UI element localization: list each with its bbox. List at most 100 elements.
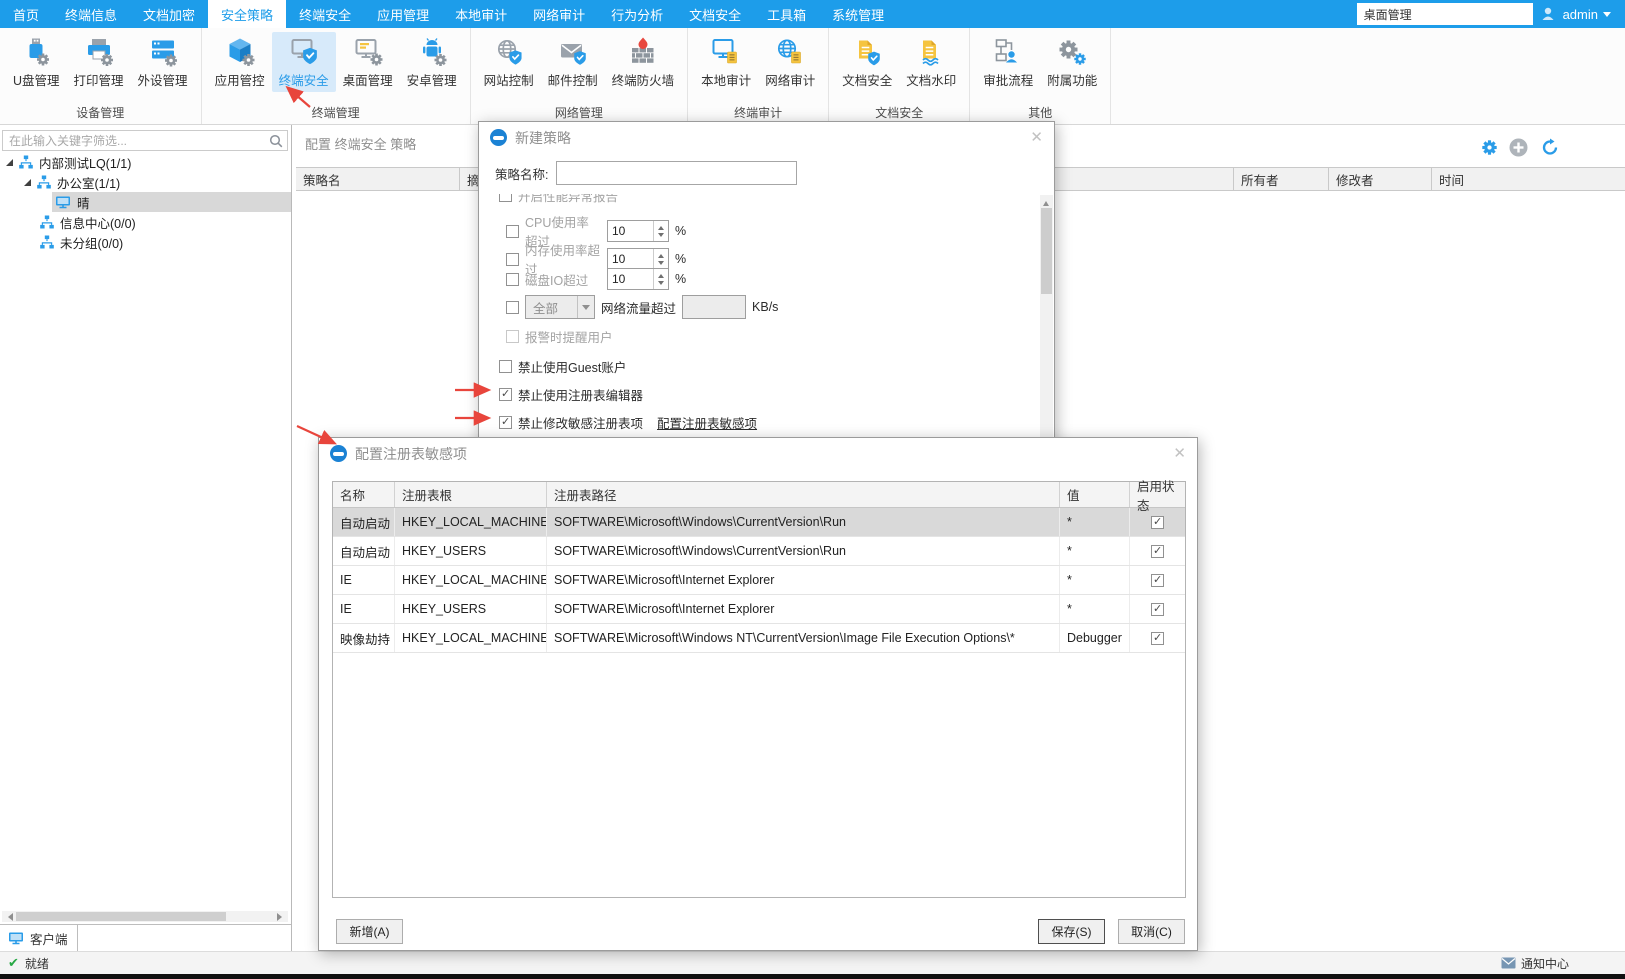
tab-doc-encryption[interactable]: 文档加密 [130, 0, 208, 28]
refresh-button[interactable] [1541, 138, 1559, 156]
cancel-button[interactable]: 取消(C) [1118, 919, 1185, 944]
add-policy-button[interactable] [1509, 138, 1528, 157]
ribbon-item-android-management[interactable]: 安卓管理 [400, 32, 464, 92]
stepper-input[interactable] [608, 249, 653, 269]
table-row[interactable]: 自动启动 HKEY_USERS SOFTWARE\Microsoft\Windo… [333, 537, 1185, 566]
tree-item-root-group[interactable]: 内部测试LQ(1/1) [0, 152, 291, 172]
table-row[interactable]: 自动启动 HKEY_LOCAL_MACHINE SOFTWARE\Microso… [333, 508, 1185, 537]
checkbox[interactable] [499, 416, 512, 429]
ribbon-item-desktop-management[interactable]: 桌面管理 [336, 32, 400, 92]
scrollbar-thumb[interactable] [1041, 208, 1052, 294]
ribbon-item-peripheral-management[interactable]: 外设管理 [131, 32, 195, 92]
memory-threshold-stepper[interactable] [607, 248, 669, 270]
ribbon-item-website-control[interactable]: 网站控制 [477, 32, 541, 92]
option-disk-io[interactable]: 磁盘IO超过 % [506, 268, 686, 290]
configure-registry-link[interactable]: 配置注册表敏感项 [657, 413, 757, 432]
column-header-root[interactable]: 注册表根 [395, 482, 547, 507]
ribbon-item-mail-control[interactable]: 邮件控制 [541, 32, 605, 92]
stepper-input[interactable] [608, 221, 653, 241]
tab-home[interactable]: 首页 [0, 0, 52, 28]
ribbon-item-doc-security[interactable]: 文档安全 [835, 32, 899, 92]
expander-icon[interactable] [6, 159, 13, 166]
column-header-modifier[interactable]: 修改者 [1329, 168, 1432, 190]
ribbon-item-usb-management[interactable]: U盘管理 [6, 32, 67, 92]
ribbon-item-addon-features[interactable]: 附属功能 [1040, 32, 1104, 92]
ribbon-item-local-audit[interactable]: 本地审计 [694, 32, 758, 92]
stepper-up-icon[interactable] [654, 269, 668, 279]
global-search-input[interactable] [1357, 3, 1533, 25]
stepper-up-icon[interactable] [654, 221, 668, 231]
ribbon-item-network-audit[interactable]: 网络审计 [758, 32, 822, 92]
checkbox[interactable] [506, 273, 519, 286]
ribbon-item-print-management[interactable]: 打印管理 [67, 32, 131, 92]
option-net-traffic[interactable]: 全部 网络流量超过 KB/s [506, 295, 778, 319]
notification-center[interactable]: 通知中心 [1501, 955, 1569, 972]
option-protect-registry[interactable]: 禁止修改敏感注册表项 配置注册表敏感项 [499, 413, 757, 432]
enabled-checkbox[interactable] [1151, 574, 1164, 587]
checkbox[interactable] [506, 253, 519, 266]
ribbon-item-terminal-security[interactable]: 终端安全 [272, 32, 336, 92]
column-header-enabled[interactable]: 启用状态 [1130, 482, 1185, 507]
checkbox[interactable] [499, 194, 512, 202]
column-header-time[interactable]: 时间 [1432, 168, 1625, 190]
add-button[interactable]: 新增(A) [336, 919, 403, 944]
enabled-checkbox[interactable] [1151, 545, 1164, 558]
tab-network-audit[interactable]: 网络审计 [520, 0, 598, 28]
checkbox[interactable] [499, 360, 512, 373]
column-header-name[interactable]: 名称 [333, 482, 395, 507]
client-tab[interactable]: 客户端 [0, 925, 78, 952]
tab-local-audit[interactable]: 本地审计 [442, 0, 520, 28]
ribbon-item-app-control[interactable]: 应用管控 [208, 32, 272, 92]
close-icon[interactable]: ✕ [1030, 130, 1043, 145]
tab-toolbox[interactable]: 工具箱 [754, 0, 819, 28]
scroll-up-icon[interactable] [1043, 198, 1049, 206]
column-header-path[interactable]: 注册表路径 [547, 482, 1060, 507]
disk-threshold-stepper[interactable] [607, 268, 669, 290]
tree-filter-input[interactable] [3, 134, 269, 148]
save-button[interactable]: 保存(S) [1038, 919, 1105, 944]
scrollbar-thumb[interactable] [16, 912, 226, 921]
enabled-checkbox[interactable] [1151, 516, 1164, 529]
admin-menu[interactable]: admin [1563, 7, 1611, 22]
column-header-value[interactable]: 值 [1060, 482, 1130, 507]
close-icon[interactable]: ✕ [1173, 446, 1186, 461]
column-header-policy-name[interactable]: 策略名 [296, 168, 460, 190]
enabled-checkbox[interactable] [1151, 632, 1164, 645]
cpu-threshold-stepper[interactable] [607, 220, 669, 242]
option-alert-user[interactable]: 报警时提醒用户 [506, 327, 613, 346]
net-threshold-input[interactable] [682, 295, 746, 319]
table-row[interactable]: IE HKEY_LOCAL_MACHINE SOFTWARE\Microsoft… [333, 566, 1185, 595]
vertical-scrollbar[interactable] [1040, 195, 1053, 450]
option-disable-guest[interactable]: 禁止使用Guest账户 [499, 357, 626, 376]
ribbon-item-terminal-firewall[interactable]: 终端防火墙 [605, 32, 682, 92]
checkbox[interactable] [506, 330, 519, 343]
checkbox[interactable] [499, 388, 512, 401]
settings-gear-button[interactable] [1481, 139, 1498, 156]
column-header-owner[interactable]: 所有者 [1234, 168, 1329, 190]
scroll-right-icon[interactable] [277, 913, 286, 921]
table-row[interactable]: IE HKEY_USERS SOFTWARE\Microsoft\Interne… [333, 595, 1185, 624]
tab-security-policy[interactable]: 安全策略 [208, 0, 286, 28]
checkbox[interactable] [506, 225, 519, 238]
option-perf-report[interactable]: 开启性能异常报告 [499, 194, 618, 205]
horizontal-scrollbar[interactable] [2, 911, 288, 922]
table-row[interactable]: 映像劫持 HKEY_LOCAL_MACHINE SOFTWARE\Microso… [333, 624, 1185, 653]
expander-icon[interactable] [24, 179, 31, 186]
policy-name-input[interactable] [556, 161, 797, 185]
stepper-up-icon[interactable] [654, 249, 668, 259]
tab-behavior-analysis[interactable]: 行为分析 [598, 0, 676, 28]
ribbon-item-approval-flow[interactable]: 审批流程 [976, 32, 1040, 92]
tab-app-management[interactable]: 应用管理 [364, 0, 442, 28]
enabled-checkbox[interactable] [1151, 603, 1164, 616]
option-disable-regedit[interactable]: 禁止使用注册表编辑器 [499, 385, 643, 404]
stepper-input[interactable] [608, 269, 653, 289]
net-scope-select[interactable]: 全部 [525, 295, 595, 319]
tree-item-terminal-qing[interactable]: 晴 [0, 192, 291, 212]
tab-system-management[interactable]: 系统管理 [819, 0, 897, 28]
tree-item-office[interactable]: 办公室(1/1) [0, 172, 291, 192]
checkbox[interactable] [506, 301, 519, 314]
tab-terminal-info[interactable]: 终端信息 [52, 0, 130, 28]
tab-terminal-security[interactable]: 终端安全 [286, 0, 364, 28]
tab-doc-security[interactable]: 文档安全 [676, 0, 754, 28]
stepper-down-icon[interactable] [654, 279, 668, 289]
